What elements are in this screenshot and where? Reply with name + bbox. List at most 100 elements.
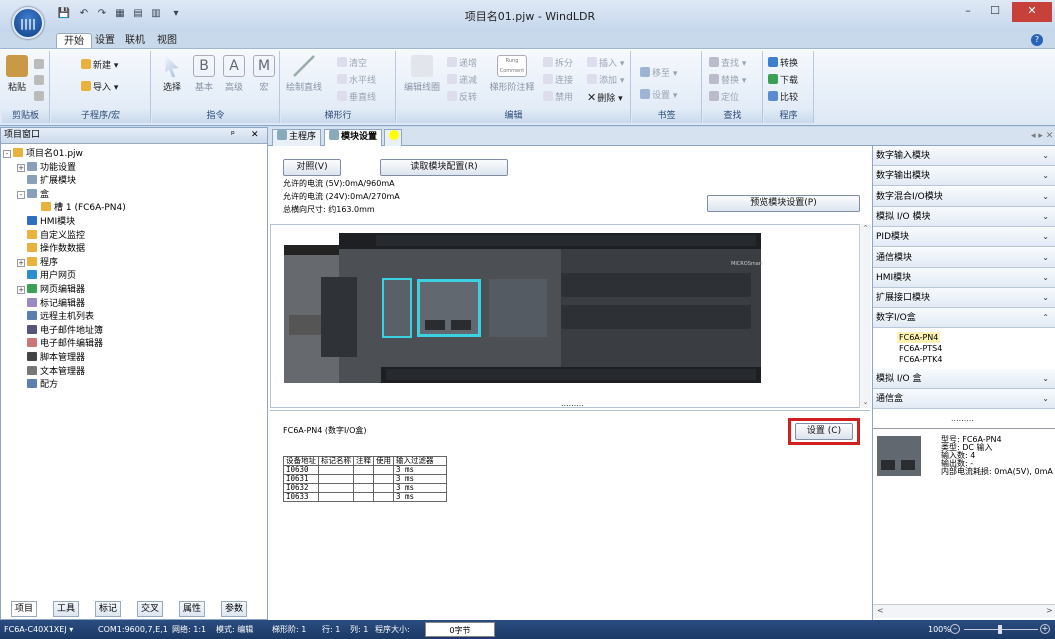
tab-online[interactable]: 联机	[118, 33, 152, 48]
tree-item[interactable]: 脚本管理器	[27, 352, 85, 365]
table-cell[interactable]	[353, 492, 374, 502]
tab-start[interactable]: 开始	[56, 33, 92, 48]
zoom-out-icon[interactable]: –	[950, 624, 960, 634]
tree-item[interactable]: 操作数数据	[27, 243, 85, 256]
empty-slot[interactable]	[489, 279, 547, 337]
find-button[interactable]: 查找 ▾	[709, 57, 746, 70]
split-button[interactable]: 拆分	[543, 57, 573, 70]
tab-properties[interactable]: 属性	[179, 601, 206, 617]
tree-item[interactable]: 配方	[27, 379, 58, 392]
tree-item[interactable]: 用户网页	[27, 270, 76, 283]
settings-button[interactable]: 设置 (C)	[795, 423, 853, 440]
chevron-down-icon[interactable]: ⌄	[1042, 146, 1049, 166]
draw-line-button[interactable]: 绘制直线	[285, 55, 323, 93]
replace-button[interactable]: 替换 ▾	[709, 74, 746, 87]
expand-toggle-icon[interactable]: -	[17, 190, 25, 199]
copy-icon[interactable]	[34, 75, 44, 85]
new-tab-button[interactable]	[384, 129, 402, 146]
table-cell[interactable]: 3 ms	[393, 492, 447, 502]
table-row[interactable]: I0633 3 ms	[283, 492, 447, 502]
delete-button[interactable]: ✕删除 ▾	[587, 91, 623, 104]
tree-item[interactable]: 项目名01.pjw	[13, 148, 83, 161]
category-header[interactable]: PID模块 ⌄	[873, 227, 1055, 248]
tree-item[interactable]: 文本管理器	[27, 365, 85, 379]
plc-image[interactable]: MICROSmart	[271, 225, 864, 409]
maximize-button[interactable]: ☐	[982, 2, 1008, 22]
table-cell[interactable]	[318, 474, 354, 484]
help-icon[interactable]: ?	[1031, 34, 1043, 46]
preview-scrollbar[interactable]: ⌃ ⌄	[859, 224, 871, 408]
expand-toggle-icon[interactable]: -	[3, 150, 11, 158]
chevron-down-icon[interactable]: ⌄	[1042, 207, 1049, 227]
macro-button[interactable]: M宏	[250, 55, 278, 93]
connect-button[interactable]: 连接	[543, 74, 573, 87]
expand-toggle-icon[interactable]: +	[17, 163, 25, 172]
tab-module-settings[interactable]: 模块设置	[324, 129, 383, 146]
close-button[interactable]: ✕	[1012, 2, 1052, 22]
rung-comment-button[interactable]: Rung Comment 梯形阶注释	[489, 55, 535, 93]
increase-button[interactable]: 递增	[447, 57, 477, 70]
tree-item[interactable]: 盒	[27, 188, 49, 202]
tree-item[interactable]: 扩展模块	[27, 175, 76, 188]
table-cell[interactable]	[353, 465, 374, 475]
tree-item[interactable]: 自定义监控	[27, 229, 85, 243]
category-header[interactable]: 数字输入模块 ⌄	[873, 146, 1055, 166]
zoom-in-icon[interactable]: +	[1040, 624, 1050, 634]
table-cell[interactable]	[318, 465, 354, 475]
hline-button[interactable]: 水平线	[337, 74, 376, 87]
app-menu-button[interactable]: ||||	[12, 7, 44, 39]
chevron-down-icon[interactable]: ⌄	[1042, 187, 1049, 207]
table-cell[interactable]	[318, 483, 354, 493]
read-config-button[interactable]: 读取模块配置(R)	[380, 159, 508, 176]
download-button[interactable]: 下载	[768, 74, 798, 87]
basic-button[interactable]: B 基本	[190, 55, 218, 93]
vline-button[interactable]: 垂直线	[337, 91, 376, 104]
category-header[interactable]: 模拟 I/O 盒 ⌄	[873, 368, 1055, 389]
chevron-down-icon[interactable]: ⌄	[1042, 248, 1049, 268]
decrease-button[interactable]: 递减	[447, 74, 477, 87]
insert-button[interactable]: 插入 ▾	[587, 57, 624, 70]
category-header[interactable]: 扩展接口模块 ⌄	[873, 288, 1055, 309]
tab-parameters[interactable]: 参数	[221, 601, 248, 617]
expand-toggle-icon[interactable]: +	[17, 286, 25, 294]
tab-main-program[interactable]: 主程序	[272, 129, 322, 146]
reverse-button[interactable]: 反转	[447, 91, 477, 104]
disable-button[interactable]: 禁用	[543, 91, 573, 104]
chevron-down-icon[interactable]: ⌄	[1042, 268, 1049, 288]
expand-toggle-icon[interactable]: +	[17, 258, 25, 267]
zoom-thumb[interactable]	[998, 625, 1002, 634]
set-bookmark-button[interactable]: 设置 ▾	[640, 89, 677, 102]
table-cell[interactable]	[373, 483, 394, 493]
compare-button[interactable]: 比较	[768, 91, 798, 104]
info-hscrollbar[interactable]: < >	[873, 604, 1055, 618]
select-button[interactable]: 选择	[158, 55, 186, 93]
move-to-button[interactable]: 移至 ▾	[640, 67, 677, 80]
minimize-button[interactable]: –	[955, 2, 981, 22]
tree-item[interactable]: 电子邮件地址簿	[27, 324, 103, 338]
reference-button[interactable]: 对照(V)	[283, 159, 341, 176]
grid-icon[interactable]: ▦	[112, 7, 128, 21]
format-icon[interactable]	[34, 91, 44, 101]
tree-item[interactable]: 槽 1 (FC6A-PN4)	[41, 202, 126, 215]
save-icon[interactable]: 💾	[56, 7, 72, 21]
tree-item[interactable]: 网页编辑器	[27, 284, 85, 297]
resize-handle[interactable]: .........	[561, 399, 584, 408]
table-cell[interactable]	[373, 474, 394, 484]
qat-dropdown-icon[interactable]: ▾	[168, 7, 184, 21]
category-header[interactable]: 数字输出模块 ⌄	[873, 166, 1055, 187]
tab-scroll-icon[interactable]: ◂ ▸ ✕	[1031, 131, 1053, 141]
locate-button[interactable]: 定位	[709, 91, 739, 104]
new-button[interactable]: 新建 ▾	[81, 59, 118, 72]
paste-button[interactable]: 粘贴	[4, 55, 30, 93]
tree-item[interactable]: 电子邮件编辑器	[27, 338, 103, 351]
tab-tags[interactable]: 标记	[95, 601, 122, 617]
category-header[interactable]: 模拟 I/O 模块 ⌄	[873, 206, 1055, 227]
tab-cross[interactable]: 交叉	[137, 601, 164, 617]
add-button[interactable]: 添加 ▾	[587, 74, 624, 87]
chevron-down-icon[interactable]: ⌄	[1042, 369, 1049, 389]
tab-project[interactable]: 项目	[11, 601, 38, 617]
tab-tools[interactable]: 工具	[53, 601, 80, 617]
category-header[interactable]: HMI模块 ⌄	[873, 267, 1055, 288]
advanced-button[interactable]: A 高级	[220, 55, 248, 93]
module-list-item[interactable]: FC6A-PTS4	[897, 343, 944, 354]
